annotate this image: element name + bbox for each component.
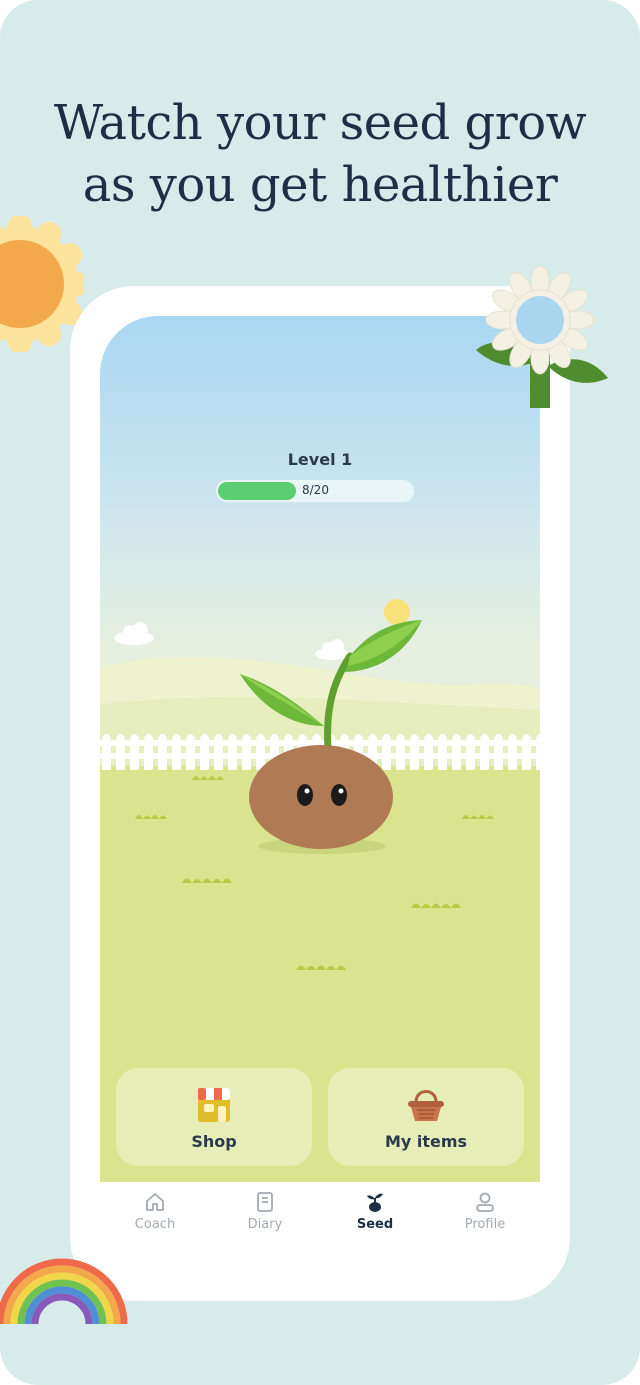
shop-label: Shop: [191, 1132, 237, 1151]
tab-diary-label: Diary: [247, 1217, 283, 1232]
fence-picket: [102, 734, 111, 770]
tab-seed[interactable]: Seed: [320, 1182, 430, 1242]
level-progress-bar: 8/20: [216, 480, 414, 502]
my-items-label: My items: [384, 1132, 468, 1151]
rainbow-decoration-icon: [0, 1258, 128, 1325]
shop-icon: [198, 1088, 230, 1122]
shop-button[interactable]: Shop: [116, 1068, 312, 1166]
fence-picket: [158, 734, 167, 770]
home-icon: [146, 1193, 164, 1211]
fence-picket: [522, 734, 531, 770]
cloud-icon: [114, 622, 154, 645]
fence-picket: [508, 734, 517, 770]
fence-picket: [480, 734, 489, 770]
fence-picket: [466, 734, 475, 770]
flower-decoration-icon: [476, 265, 608, 408]
level-progress-text: 8/20: [302, 483, 329, 497]
tab-profile[interactable]: Profile: [430, 1182, 540, 1242]
fence-picket: [172, 734, 181, 770]
fence-picket: [200, 734, 209, 770]
fence-picket: [214, 734, 223, 770]
my-items-button[interactable]: My items: [328, 1068, 524, 1166]
fence-picket: [438, 734, 447, 770]
sun-decoration-icon: [0, 216, 84, 352]
sprout-icon: [367, 1193, 383, 1212]
app-store-canvas: Watch your seed grow as you get healthie…: [0, 0, 640, 1385]
fence-picket: [382, 734, 391, 770]
fence-picket: [130, 734, 139, 770]
fence-picket: [144, 734, 153, 770]
fence-picket: [396, 734, 405, 770]
bottom-tab-bar: Coach Diary Seed Profile: [100, 1182, 540, 1242]
seed-screen: Level 1 8/20 Shop My items: [100, 316, 540, 1182]
fence-picket: [186, 734, 195, 770]
fence-picket: [228, 734, 237, 770]
tab-coach[interactable]: Coach: [100, 1182, 210, 1242]
phone-frame: Level 1 8/20 Shop My items Coach Diary S…: [70, 286, 570, 1301]
basket-icon: [408, 1090, 444, 1121]
tab-diary[interactable]: Diary: [210, 1182, 320, 1242]
fence-picket: [424, 734, 433, 770]
fence-picket: [494, 734, 503, 770]
cloud-icon: [315, 639, 349, 660]
fence-picket: [410, 734, 419, 770]
fence-picket: [452, 734, 461, 770]
fence-picket: [536, 734, 540, 770]
fence-picket: [242, 734, 251, 770]
headline-line-2: as you get healthier: [82, 157, 558, 213]
tab-seed-label: Seed: [356, 1217, 394, 1232]
garden-scene: [100, 599, 540, 970]
small-sun-icon: [384, 599, 410, 625]
level-label: Level 1: [287, 450, 353, 469]
fence-picket: [116, 734, 125, 770]
level-progress-fill: [218, 482, 296, 500]
headline: Watch your seed grow as you get healthie…: [0, 92, 640, 216]
person-icon: [476, 1192, 494, 1212]
headline-line-1: Watch your seed grow: [53, 95, 587, 151]
diary-icon: [257, 1192, 273, 1212]
tab-coach-label: Coach: [134, 1217, 176, 1232]
tab-profile-label: Profile: [464, 1217, 506, 1232]
fence-picket: [256, 734, 265, 770]
